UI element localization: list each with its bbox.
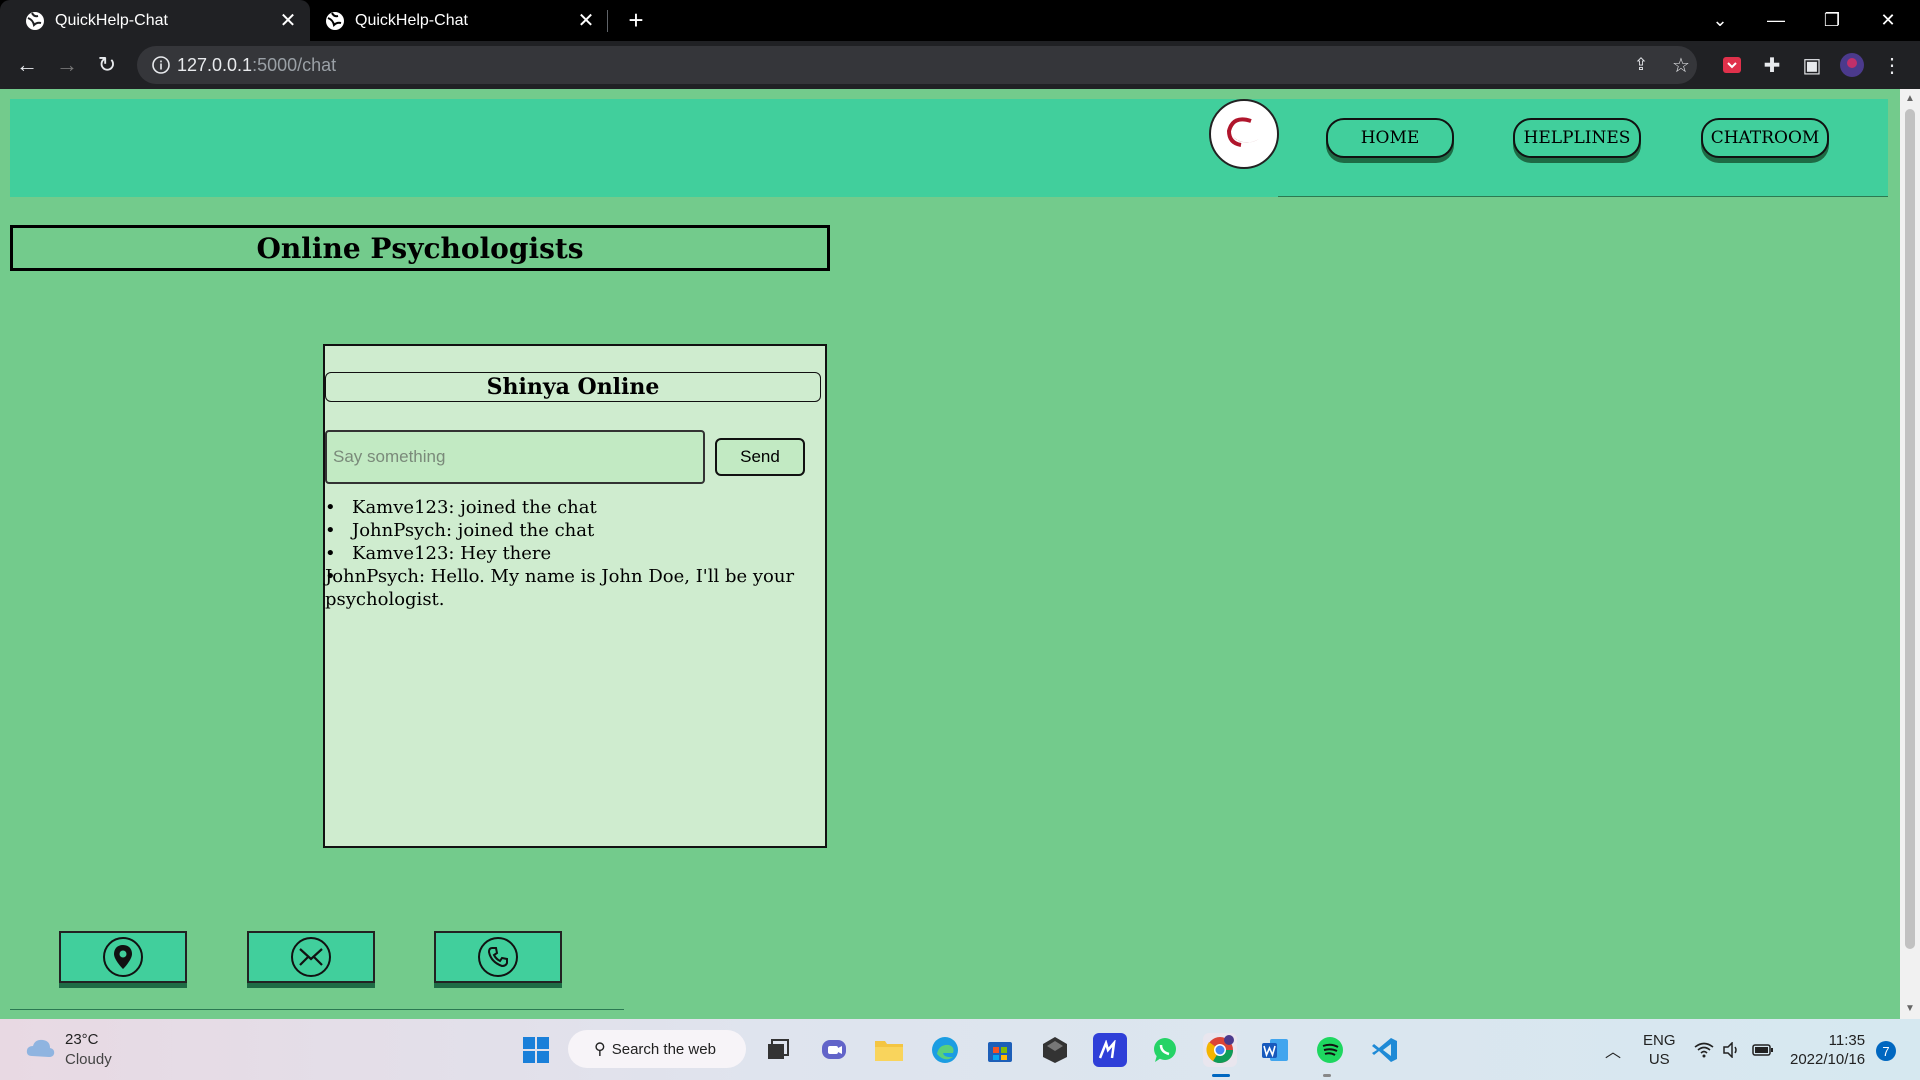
mail-icon (291, 937, 331, 977)
profile-avatar[interactable] (1838, 51, 1866, 79)
windows-taskbar: 23°C Cloudy ⚲ Search the web ︿ ENG US 11… (0, 1019, 1920, 1080)
browser-tab[interactable]: QuickHelp-Chat ✕ (300, 0, 608, 41)
task-view-icon[interactable] (761, 1033, 795, 1067)
close-tab-icon[interactable]: ✕ (274, 7, 302, 35)
chat-panel: Shinya Online Send Kamve123: joined the … (323, 344, 827, 848)
unity-icon[interactable] (1038, 1033, 1072, 1067)
extensions-puzzle-icon[interactable]: ✚ (1758, 51, 1786, 79)
language-bottom: US (1648, 1051, 1670, 1068)
back-icon[interactable]: ← (11, 49, 43, 81)
browser-toolbar: ← → ↻ 127.0.0.1:5000/chat ⇪ ☆ ✚ ▣ ⋮ (0, 41, 1920, 89)
restore-button[interactable]: ❐ (1804, 0, 1860, 41)
phone-icon (478, 937, 518, 977)
reload-icon[interactable]: ↻ (91, 49, 123, 81)
scroll-down-icon[interactable]: ▼ (1905, 1003, 1915, 1014)
extension-pocket-icon[interactable] (1718, 51, 1746, 79)
side-panel-icon[interactable]: ▣ (1798, 51, 1826, 79)
word-icon[interactable] (1258, 1033, 1292, 1067)
chat-header: Shinya Online (325, 372, 821, 402)
active-app-indicator (1212, 1074, 1230, 1077)
clock-date: 2022/10/16 (1790, 1051, 1866, 1068)
phone-button[interactable] (434, 931, 562, 983)
minimize-button[interactable]: — (1748, 0, 1804, 41)
teams-chat-icon[interactable] (817, 1033, 851, 1067)
share-icon[interactable]: ⇪ (1627, 51, 1655, 79)
message-list: Kamve123: joined the chat JohnPsych: joi… (325, 496, 815, 611)
weather-temp[interactable]: 23°C (65, 1031, 99, 1048)
whatsapp-icon[interactable] (1148, 1033, 1182, 1067)
taskbar-search[interactable]: ⚲ Search the web (568, 1030, 746, 1068)
tab-title: QuickHelp-Chat (355, 11, 468, 29)
location-button[interactable] (59, 931, 187, 983)
close-tab-icon[interactable]: ✕ (572, 7, 600, 35)
mathway-app-icon[interactable] (1093, 1033, 1127, 1067)
page-title: Online Psychologists (10, 225, 830, 271)
nav-helplines-button[interactable]: HELPLINES (1513, 118, 1641, 158)
page-viewport: HOME HELPLINES CHATROOM Online Psycholog… (0, 89, 1900, 1019)
message-item: Kamve123: Hey there (325, 542, 815, 565)
chrome-icon[interactable] (1203, 1033, 1237, 1067)
edge-browser-icon[interactable] (928, 1033, 962, 1067)
site-logo[interactable] (1209, 99, 1279, 169)
nav-home-button[interactable]: HOME (1326, 118, 1454, 158)
weather-condition[interactable]: Cloudy (65, 1051, 112, 1068)
send-button[interactable]: Send (715, 438, 805, 476)
language-top: ENG (1643, 1032, 1676, 1049)
info-icon (152, 56, 170, 74)
logo-icon (1226, 117, 1259, 147)
bookmark-star-icon[interactable]: ☆ (1667, 51, 1695, 79)
browser-tab[interactable]: QuickHelp-Chat ✕ (0, 0, 310, 41)
browser-tab-bar: QuickHelp-Chat ✕ QuickHelp-Chat ✕ + ⌄ — … (0, 0, 1920, 41)
message-item: Kamve123: joined the chat (325, 496, 815, 519)
file-explorer-icon[interactable] (872, 1033, 906, 1067)
footer-divider (10, 1009, 624, 1010)
page-scrollbar[interactable]: ▲ ▼ (1900, 89, 1920, 1019)
cloud-icon (26, 1039, 55, 1057)
globe-icon (326, 11, 344, 30)
spotify-icon[interactable] (1313, 1033, 1347, 1067)
message-item: JohnPsych: joined the chat (325, 519, 815, 542)
scroll-up-icon[interactable]: ▲ (1905, 93, 1915, 104)
battery-icon[interactable] (1752, 1019, 1774, 1080)
close-window-button[interactable]: ✕ (1860, 0, 1916, 41)
message-item: JohnPsych: Hello. My name is John Doe, I… (325, 565, 815, 611)
tab-divider (607, 10, 608, 32)
mail-button[interactable] (247, 931, 375, 983)
scrollbar-thumb[interactable] (1905, 109, 1915, 949)
clock-time: 11:35 (1828, 1032, 1866, 1049)
location-pin-icon (103, 937, 143, 977)
message-input[interactable] (325, 430, 705, 484)
wifi-icon[interactable] (1694, 1019, 1714, 1080)
start-button[interactable] (519, 1033, 553, 1067)
address-bar[interactable]: 127.0.0.1:5000/chat ⇪ ☆ (137, 46, 1697, 84)
microsoft-store-icon[interactable] (983, 1033, 1017, 1067)
clock[interactable]: 11:35 2022/10/16 (1790, 1031, 1865, 1069)
tab-title: QuickHelp-Chat (55, 11, 168, 29)
forward-icon[interactable]: → (51, 49, 83, 81)
language-indicator[interactable]: ENG US (1643, 1031, 1676, 1069)
search-icon: ⚲ (594, 1041, 606, 1058)
nav-chatroom-button[interactable]: CHATROOM (1701, 118, 1829, 158)
menu-kebab-icon[interactable]: ⋮ (1878, 51, 1906, 79)
new-tab-button[interactable]: + (622, 5, 650, 35)
header-divider (1278, 196, 1888, 197)
tab-search-icon[interactable]: ⌄ (1692, 0, 1748, 41)
show-hidden-icons[interactable]: ︿ (1605, 1019, 1621, 1080)
url-text: 127.0.0.1:5000/chat (177, 55, 337, 75)
notification-badge[interactable]: 7 (1876, 1041, 1896, 1061)
search-label: Search the web (611, 1040, 716, 1058)
globe-icon (26, 11, 44, 30)
running-app-indicator (1323, 1074, 1331, 1077)
vscode-icon[interactable] (1368, 1033, 1402, 1067)
volume-icon[interactable] (1722, 1019, 1742, 1080)
